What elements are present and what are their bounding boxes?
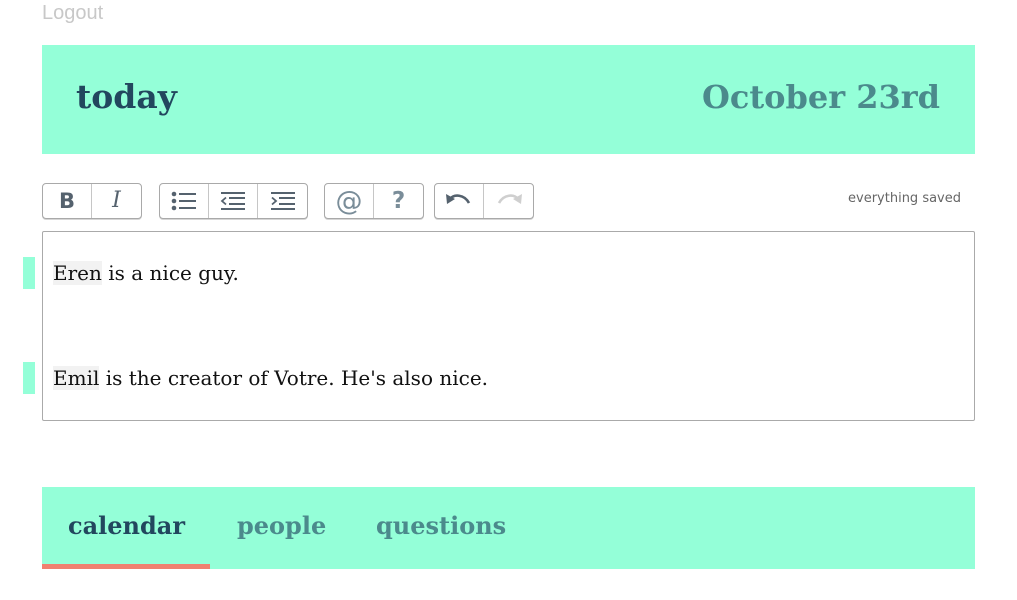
current-date: October 23rd — [702, 78, 940, 116]
insert-group: @ ? — [324, 183, 424, 219]
redo-icon — [497, 194, 522, 204]
outdent-button[interactable] — [209, 184, 258, 218]
history-group — [434, 183, 534, 219]
editor-line: Eren is a nice guy. — [53, 261, 239, 285]
bulleted-list-button[interactable] — [160, 184, 209, 218]
line-marker — [23, 257, 35, 289]
outdent-icon — [220, 192, 245, 210]
logout-link[interactable]: Logout — [42, 2, 103, 25]
bold-icon: B — [58, 188, 75, 213]
tab-people[interactable]: people — [237, 511, 326, 540]
page-header: today October 23rd — [42, 45, 975, 154]
italic-icon: I — [112, 188, 121, 213]
bulleted-list-icon — [171, 191, 196, 211]
redo-button[interactable] — [484, 184, 533, 218]
bottom-tabs: calendar people questions — [42, 487, 975, 569]
indent-icon — [270, 192, 295, 210]
mention-button[interactable]: @ — [325, 184, 374, 218]
tab-calendar[interactable]: calendar — [68, 511, 185, 540]
question-button[interactable]: ? — [374, 184, 423, 218]
list-group — [159, 183, 308, 219]
save-status: everything saved — [848, 191, 961, 206]
note-editor[interactable]: Eren is a nice guy. Emil is the creator … — [42, 231, 975, 421]
editor-line: Emil is the creator of Votre. He's also … — [53, 366, 488, 390]
line-text: is the creator of Votre. He's also nice. — [99, 366, 489, 390]
line-text: is a nice guy. — [101, 261, 239, 285]
at-sign-icon: @ — [335, 185, 363, 217]
format-group: B I — [42, 183, 142, 219]
undo-icon — [446, 194, 471, 204]
indent-button[interactable] — [258, 184, 307, 218]
italic-button[interactable]: I — [92, 184, 141, 218]
person-mention[interactable]: Eren — [53, 261, 102, 285]
undo-button[interactable] — [435, 184, 484, 218]
tab-questions[interactable]: questions — [376, 511, 506, 540]
page-title: today — [76, 77, 177, 116]
active-tab-indicator — [42, 564, 210, 569]
line-marker — [23, 362, 35, 394]
person-mention[interactable]: Emil — [53, 366, 100, 390]
bold-button[interactable]: B — [43, 184, 92, 218]
question-mark-icon: ? — [391, 187, 406, 214]
